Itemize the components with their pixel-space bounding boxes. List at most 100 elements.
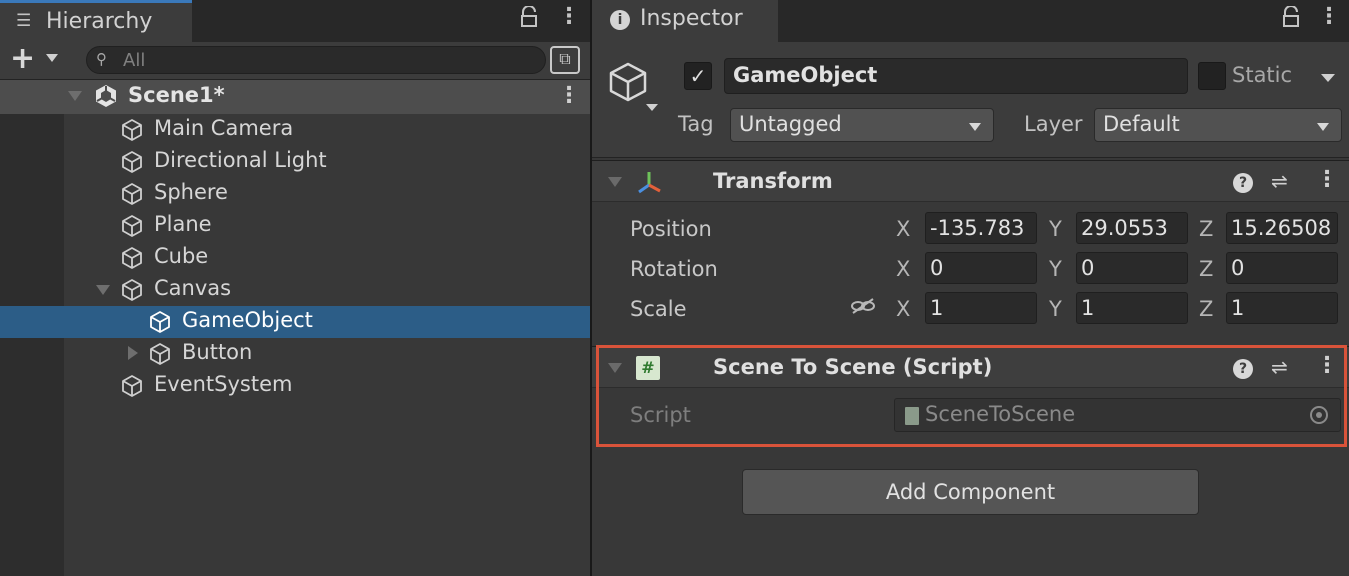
- scale-y-input[interactable]: [1081, 296, 1189, 320]
- hierarchy-tab[interactable]: ☰ Hierarchy: [0, 0, 192, 42]
- axis-y-label[interactable]: Y: [1049, 297, 1062, 321]
- object-name-input[interactable]: [733, 63, 1173, 87]
- help-icon[interactable]: ?: [1233, 173, 1253, 193]
- inspector-tab[interactable]: i Inspector: [592, 0, 778, 42]
- rotation-z-field[interactable]: [1226, 252, 1339, 284]
- active-checkbox[interactable]: ✓: [684, 62, 712, 90]
- add-component-button[interactable]: Add Component: [742, 469, 1199, 515]
- rotation-x-input[interactable]: [930, 256, 1038, 280]
- hierarchy-item-main-camera[interactable]: Main Camera: [0, 114, 590, 146]
- hierarchy-toolbar: + ⚲ ⧉: [0, 42, 590, 80]
- transform-title: Transform: [713, 169, 833, 193]
- gameobject-icon: [122, 151, 142, 173]
- rotation-y-input[interactable]: [1081, 256, 1189, 280]
- hierarchy-panel: ☰ Hierarchy ⋮ + ⚲ ⧉ Scene1* ⋮ Main Camer: [0, 0, 590, 576]
- script-field[interactable]: SceneToScene: [894, 398, 1341, 432]
- search-input[interactable]: [123, 49, 523, 71]
- hierarchy-item-sphere[interactable]: Sphere: [0, 178, 590, 210]
- layer-dropdown[interactable]: Default: [1094, 108, 1342, 142]
- axis-y-label[interactable]: Y: [1049, 257, 1062, 281]
- hierarchy-item-label: Button: [182, 340, 253, 364]
- presets-icon[interactable]: ⇌: [1271, 355, 1288, 379]
- layer-value: Default: [1103, 112, 1180, 136]
- chevron-down-icon[interactable]: [1321, 74, 1335, 82]
- scale-z-input[interactable]: [1231, 296, 1339, 320]
- chevron-down-icon[interactable]: [46, 54, 58, 62]
- presets-icon[interactable]: ⇌: [1271, 169, 1288, 193]
- script-component-title: Scene To Scene (Script): [713, 355, 993, 379]
- axis-x-label[interactable]: X: [896, 217, 910, 241]
- axis-z-label[interactable]: Z: [1199, 297, 1213, 321]
- hierarchy-menu-icon[interactable]: ⋮: [558, 4, 580, 29]
- gameobject-icon[interactable]: [606, 60, 650, 104]
- chevron-down-icon: [969, 123, 981, 131]
- fold-down-icon[interactable]: [608, 177, 622, 187]
- component-menu-icon[interactable]: ⋮: [1316, 167, 1338, 192]
- hierarchy-item-canvas[interactable]: Canvas: [0, 274, 590, 306]
- hierarchy-tabbar: ☰ Hierarchy ⋮: [0, 0, 590, 42]
- hierarchy-item-cube[interactable]: Cube: [0, 242, 590, 274]
- inspector-panel: i Inspector ⋮ ✓ Static Tag Untagged Laye…: [592, 0, 1349, 576]
- rotation-z-input[interactable]: [1231, 256, 1339, 280]
- fold-right-icon[interactable]: [128, 346, 138, 360]
- hierarchy-tab-label: Hierarchy: [46, 9, 153, 34]
- scene-visibility-icon[interactable]: ⧉: [550, 46, 580, 74]
- static-checkbox[interactable]: [1198, 62, 1226, 90]
- scale-z-field[interactable]: [1226, 292, 1339, 324]
- gameobject-icon: [122, 279, 142, 301]
- hierarchy-item-plane[interactable]: Plane: [0, 210, 590, 242]
- position-y-input[interactable]: [1081, 216, 1189, 240]
- scale-x-input[interactable]: [930, 296, 1038, 320]
- rotation-x-field[interactable]: [925, 252, 1038, 284]
- hierarchy-item-eventsystem[interactable]: EventSystem: [0, 370, 590, 402]
- hierarchy-item-label: GameObject: [182, 308, 313, 332]
- hierarchy-item-label: Main Camera: [154, 116, 294, 140]
- fold-down-icon[interactable]: [68, 91, 82, 101]
- scene-menu-icon[interactable]: ⋮: [558, 83, 580, 108]
- position-z-field[interactable]: [1226, 212, 1339, 244]
- constrain-proportions-icon[interactable]: [850, 297, 876, 320]
- scale-y-field[interactable]: [1076, 292, 1189, 324]
- inspector-menu-icon[interactable]: ⋮: [1318, 4, 1340, 29]
- object-picker-icon[interactable]: [1310, 406, 1328, 424]
- component-menu-icon[interactable]: ⋮: [1316, 353, 1338, 378]
- hierarchy-search[interactable]: ⚲: [86, 46, 546, 74]
- lock-icon[interactable]: [1282, 5, 1300, 33]
- axis-x-label[interactable]: X: [896, 297, 910, 321]
- static-label: Static: [1232, 63, 1293, 87]
- axis-z-label[interactable]: Z: [1199, 217, 1213, 241]
- tag-label: Tag: [678, 112, 714, 136]
- tag-value: Untagged: [739, 112, 842, 136]
- transform-header[interactable]: Transform ? ⇌ ⋮: [592, 160, 1349, 202]
- rotation-y-field[interactable]: [1076, 252, 1189, 284]
- help-icon[interactable]: ?: [1233, 359, 1253, 379]
- hierarchy-item-gameobject[interactable]: GameObject: [0, 306, 590, 338]
- scale-label: Scale: [630, 297, 687, 321]
- gameobject-icon: [122, 119, 142, 141]
- object-name-field[interactable]: [724, 58, 1188, 94]
- position-x-input[interactable]: [930, 216, 1038, 240]
- hierarchy-item-label: Directional Light: [154, 148, 327, 172]
- axis-z-label[interactable]: Z: [1199, 257, 1213, 281]
- create-button[interactable]: +: [10, 44, 35, 74]
- chevron-down-icon[interactable]: [646, 104, 658, 111]
- scene-row[interactable]: Scene1* ⋮: [0, 80, 590, 114]
- fold-down-icon[interactable]: [96, 285, 110, 295]
- position-z-input[interactable]: [1231, 216, 1339, 240]
- lock-icon[interactable]: [520, 5, 538, 33]
- hierarchy-item-label: Cube: [154, 244, 209, 268]
- scale-x-field[interactable]: [925, 292, 1038, 324]
- gameobject-icon: [122, 183, 142, 205]
- inspector-tab-label: Inspector: [640, 6, 743, 31]
- tag-dropdown[interactable]: Untagged: [730, 108, 994, 142]
- unity-scene-icon: [96, 85, 116, 107]
- hierarchy-item-directional-light[interactable]: Directional Light: [0, 146, 590, 178]
- position-x-field[interactable]: [925, 212, 1038, 244]
- axis-y-label[interactable]: Y: [1049, 217, 1062, 241]
- fold-down-icon[interactable]: [608, 363, 622, 373]
- script-component-header[interactable]: # Scene To Scene (Script) ? ⇌ ⋮: [592, 346, 1349, 388]
- position-y-field[interactable]: [1076, 212, 1189, 244]
- object-header: ✓ Static Tag Untagged Layer Default: [592, 42, 1349, 158]
- axis-x-label[interactable]: X: [896, 257, 910, 281]
- hierarchy-item-button[interactable]: Button: [0, 338, 590, 370]
